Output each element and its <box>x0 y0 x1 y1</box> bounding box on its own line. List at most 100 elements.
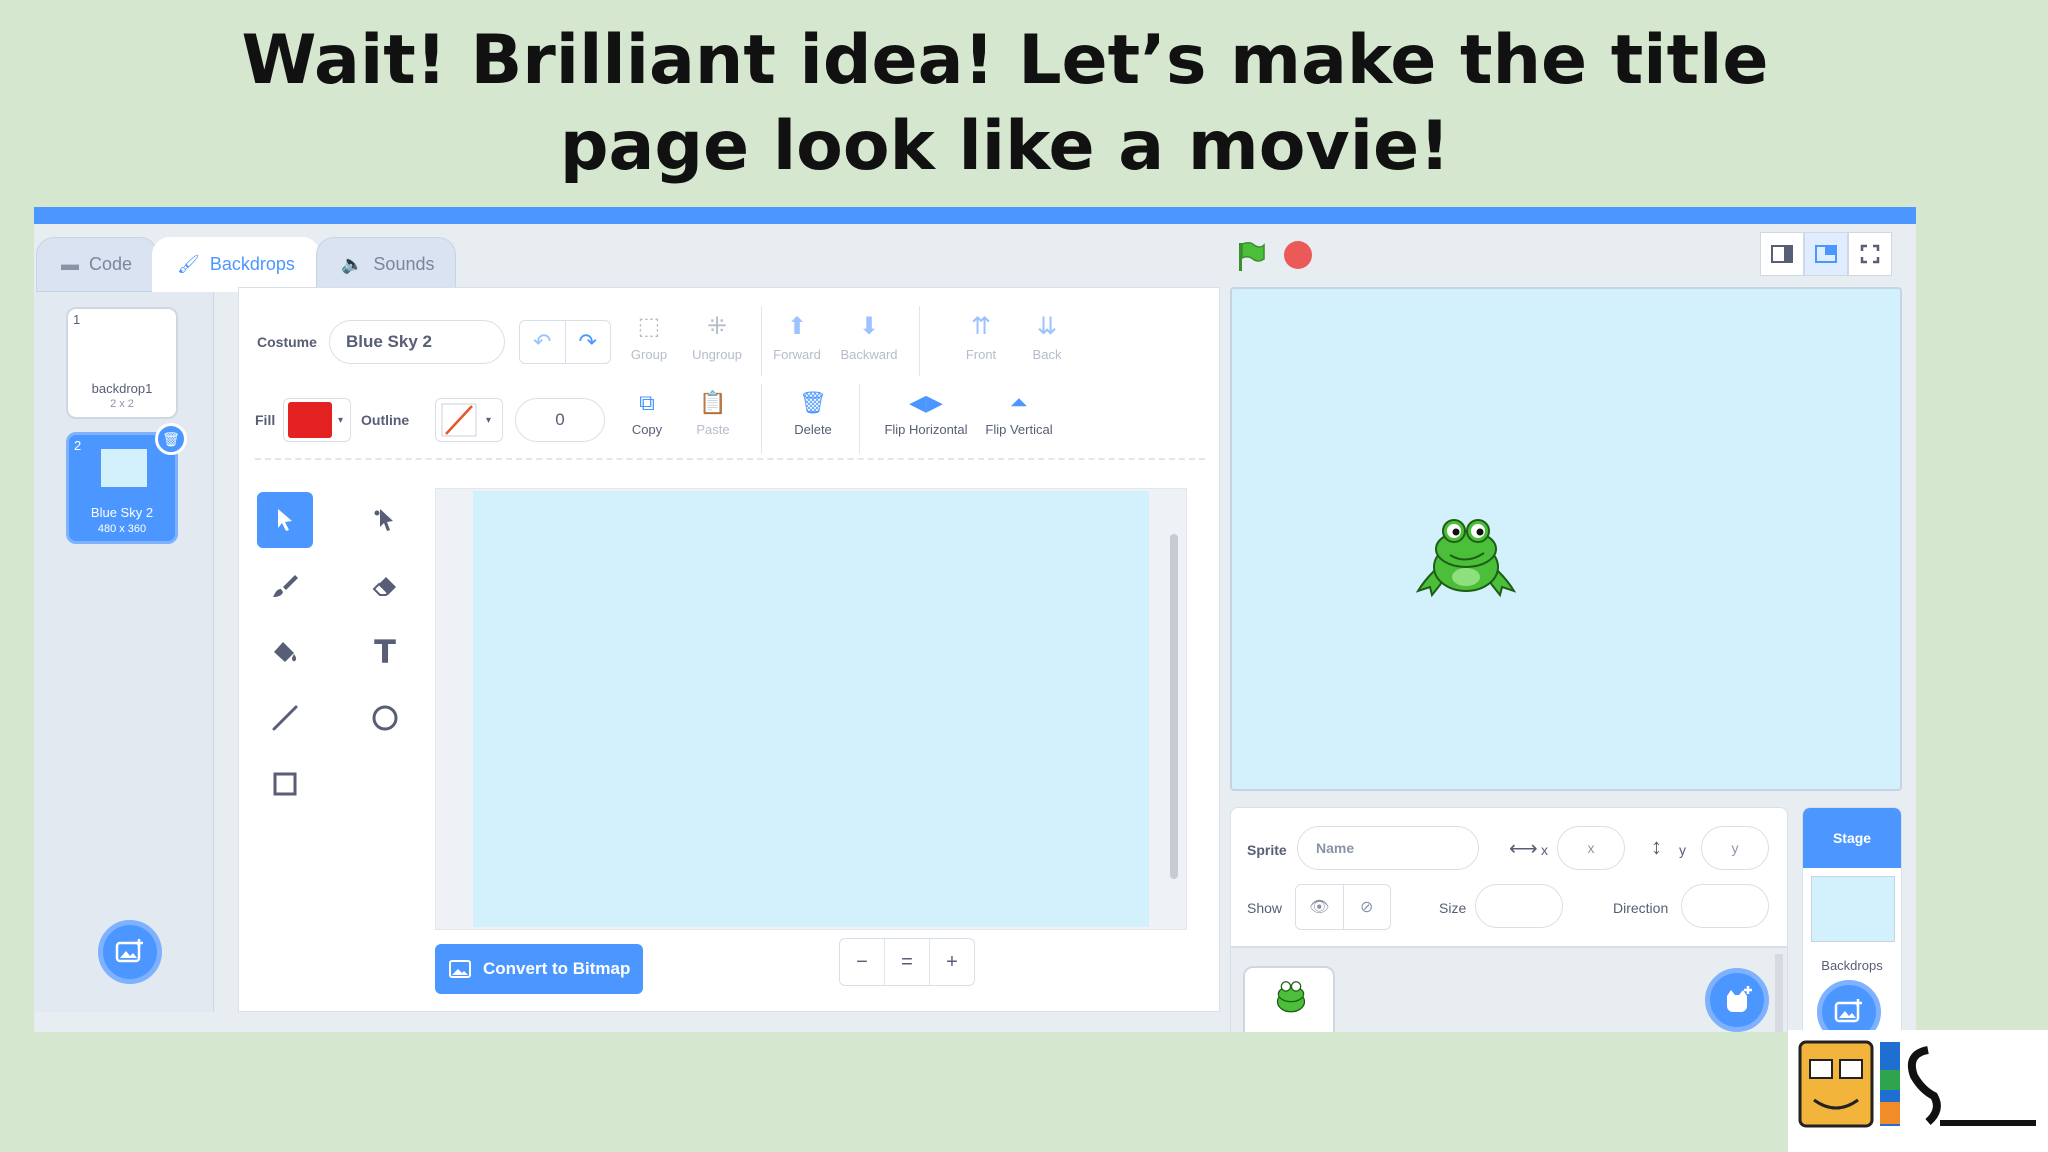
direction-label: Direction <box>1613 900 1669 916</box>
paste-icon: 📋 <box>699 390 727 415</box>
line-tool[interactable] <box>257 690 313 746</box>
zoom-controls: − = + <box>839 938 975 986</box>
stop-button[interactable] <box>1284 241 1312 269</box>
flip-vertical-button[interactable]: ⏶ Flip Vertical <box>977 390 1061 437</box>
choose-backdrop-stage-button[interactable] <box>1817 980 1881 1032</box>
cat-add-icon <box>1727 986 1752 1012</box>
undo-button[interactable]: ↶ <box>520 321 566 363</box>
canvas-area <box>435 488 1187 930</box>
copy-label: Copy <box>631 422 663 437</box>
eye-off-icon: ⊘ <box>1360 899 1374 916</box>
group-icon: ⬚ <box>637 313 661 340</box>
tab-sounds[interactable]: 🔈 Sounds <box>316 237 456 292</box>
zoom-in-icon: + <box>946 950 958 973</box>
sprite-thumbnail-frog[interactable] <box>1243 966 1335 1032</box>
hide-button[interactable]: ⊘ <box>1344 885 1391 929</box>
redo-button[interactable]: ↷ <box>566 321 611 363</box>
rectangle-tool[interactable] <box>257 756 313 812</box>
zoom-in-button[interactable]: + <box>930 939 974 985</box>
paint-canvas[interactable] <box>473 491 1149 927</box>
back-button[interactable]: ⇊ Back <box>1005 312 1089 362</box>
delete-label: Delete <box>794 422 832 437</box>
dropdown-caret-icon: ▾ <box>338 414 344 426</box>
redo-icon: ↷ <box>578 329 597 354</box>
sprite-list <box>1230 947 1788 1032</box>
y-label: y <box>1679 842 1686 858</box>
green-flag-icon[interactable] <box>1236 241 1266 273</box>
frog-sprite[interactable] <box>1414 511 1518 601</box>
costume-name-input[interactable]: Blue Sky 2 <box>329 320 505 364</box>
stage[interactable] <box>1230 287 1902 791</box>
reshape-tool[interactable] <box>357 492 413 548</box>
select-tool[interactable] <box>257 492 313 548</box>
scratch-editor-window: ▬ Code 🖌 Backdrops 🔈 Sounds 1 backdrop1 … <box>34 207 1916 1032</box>
delete-button[interactable]: 🗑 Delete <box>771 390 855 437</box>
y-input[interactable]: y <box>1701 826 1769 870</box>
direction-input[interactable] <box>1681 884 1769 928</box>
show-button[interactable]: 👁 <box>1296 885 1344 929</box>
fill-color-picker[interactable]: ▾ <box>283 398 351 442</box>
choose-sprite-button[interactable] <box>1705 968 1769 1032</box>
sprite-name-input[interactable]: Name <box>1297 826 1479 870</box>
trash-icon: 🗑 <box>799 390 827 415</box>
choose-backdrop-button[interactable] <box>98 920 162 984</box>
copy-icon: ⧉ <box>639 390 655 415</box>
stage-title: Stage <box>1803 808 1901 868</box>
flip-horizontal-icon: ◀▶ <box>909 390 943 415</box>
outline-width-input[interactable]: 0 <box>515 398 605 442</box>
toolbar-divider <box>255 458 1205 460</box>
x-label: x <box>1541 842 1548 858</box>
text-icon: T <box>374 633 396 671</box>
undo-icon: ↶ <box>533 329 552 354</box>
outline-color-picker[interactable]: ▾ <box>435 398 503 442</box>
paste-button[interactable]: 📋 Paste <box>671 390 755 437</box>
forward-icon: ⬆ <box>786 313 808 340</box>
normal-stage-button[interactable] <box>1804 232 1848 276</box>
title-line-2: page look like a movie! <box>559 107 1451 186</box>
size-input[interactable] <box>1475 884 1563 928</box>
zoom-reset-button[interactable]: = <box>885 939 930 985</box>
x-input[interactable]: x <box>1557 826 1625 870</box>
eye-icon: 👁 <box>1309 899 1330 916</box>
ungroup-button[interactable]: ⁜ Ungroup <box>675 312 759 362</box>
backward-button[interactable]: ⬇ Backward <box>827 312 911 362</box>
fill-label: Fill <box>255 412 276 428</box>
fill-swatch <box>288 402 332 438</box>
tab-code[interactable]: ▬ Code <box>36 237 158 292</box>
image-add-icon <box>115 939 143 963</box>
backdrop-thumbnail-1[interactable]: 1 backdrop1 2 x 2 <box>66 307 178 419</box>
backdrop-thumbnail-2[interactable]: 2 Blue Sky 2 480 x 360 🗑 <box>66 423 187 544</box>
tab-backdrops[interactable]: 🖌 Backdrops <box>152 237 320 292</box>
backdrop-name: Blue Sky 2 <box>90 505 154 520</box>
speaker-icon: 🔈 <box>341 254 364 274</box>
sprite-list-scrollbar[interactable] <box>1775 954 1783 1032</box>
show-label: Show <box>1247 900 1283 916</box>
divider <box>859 384 860 454</box>
backward-icon: ⬇ <box>858 313 880 340</box>
stage-selector[interactable]: Stage Backdrops <box>1802 807 1902 1032</box>
outline-label: Outline <box>361 412 410 428</box>
brush-tool[interactable] <box>257 558 313 614</box>
costume-label: Costume <box>257 334 317 350</box>
convert-to-bitmap-button[interactable]: Convert to Bitmap <box>435 944 643 994</box>
small-stage-button[interactable] <box>1760 232 1804 276</box>
line-icon <box>272 705 298 731</box>
text-tool[interactable]: T <box>357 624 413 680</box>
back-label: Back <box>1032 347 1062 362</box>
paint-bucket-icon <box>274 642 297 662</box>
circle-tool[interactable] <box>357 690 413 746</box>
backward-label: Backward <box>840 347 898 362</box>
delete-backdrop-button[interactable]: 🗑 <box>155 423 187 455</box>
fullscreen-button[interactable] <box>1848 232 1892 276</box>
reshape-icon <box>374 509 393 531</box>
canvas-scrollbar[interactable] <box>1170 534 1178 879</box>
zoom-out-button[interactable]: − <box>840 939 885 985</box>
tab-sounds-label: Sounds <box>373 254 435 274</box>
x-arrows-icon: ⟷ <box>1509 838 1538 860</box>
normal-stage-icon <box>1815 245 1837 263</box>
y-arrows-icon: ↕ <box>1651 834 1662 859</box>
code-icon: ▬ <box>61 254 79 274</box>
fill-tool[interactable] <box>257 624 313 680</box>
flip-horizontal-button[interactable]: ◀▶ Flip Horizontal <box>871 390 981 437</box>
eraser-tool[interactable] <box>357 558 413 614</box>
